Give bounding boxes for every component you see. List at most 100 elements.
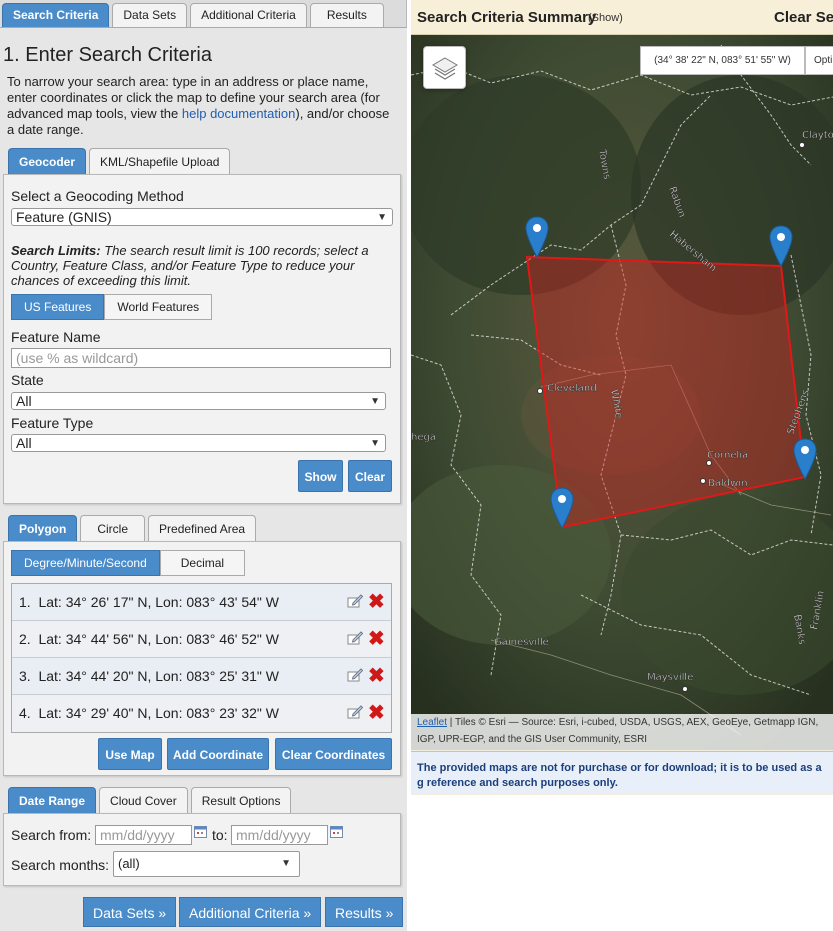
layers-icon: [432, 57, 458, 80]
date-tabs: Date Range Cloud Cover Result Options: [8, 787, 292, 813]
results-nav-button[interactable]: Results »: [325, 897, 404, 927]
tab-results[interactable]: Results: [309, 3, 384, 27]
geocoding-method-select[interactable]: Feature (GNIS) ▼: [11, 208, 393, 226]
tab-search-criteria[interactable]: Search Criteria: [2, 3, 110, 27]
decimal-format-option[interactable]: Decimal: [159, 550, 246, 576]
coordinate-value: Lat: 34° 29' 40" N, Lon: 083° 23' 32" W: [38, 705, 279, 721]
map-attribution: Leaflet | Tiles © Esri — Source: Esri, i…: [411, 714, 833, 750]
feature-name-input[interactable]: (use % as wildcard): [11, 348, 391, 368]
coordinate-value: Lat: 34° 44' 20" N, Lon: 083° 25' 31" W: [38, 668, 279, 684]
state-label: State: [11, 372, 44, 388]
world-features-option[interactable]: World Features: [104, 294, 213, 320]
coordinate-format-toggle: Degree/Minute/Second Decimal: [11, 550, 246, 576]
town-marker: [799, 142, 805, 148]
chevron-down-icon: ▼: [370, 396, 380, 407]
edit-icon[interactable]: [347, 594, 363, 608]
coordinate-number: 2.: [19, 631, 31, 647]
place-label: Cleveland: [547, 383, 597, 394]
geocoder-tabs: Geocoder KML/Shapefile Upload: [8, 148, 231, 174]
calendar-icon[interactable]: [194, 826, 207, 838]
town-marker: [706, 460, 712, 466]
attribution-text: | Tiles © Esri — Source: Esri, i-cubed, …: [417, 717, 819, 745]
add-coordinate-button[interactable]: Add Coordinate: [167, 738, 269, 770]
delete-icon[interactable]: ✖: [368, 584, 385, 620]
edit-icon[interactable]: [347, 705, 363, 719]
us-features-option[interactable]: US Features: [11, 294, 105, 320]
summary-title: Search Criteria Summary: [417, 9, 597, 26]
coordinate-value: Lat: 34° 44' 56" N, Lon: 083° 46' 52" W: [38, 631, 279, 647]
show-button[interactable]: Show: [298, 460, 343, 492]
clear-button[interactable]: Clear: [348, 460, 392, 492]
coordinate-list: 1. Lat: 34° 26' 17" N, Lon: 083° 43' 54"…: [11, 583, 392, 733]
town-marker: [700, 478, 706, 484]
coordinate-row: 4. Lat: 34° 29' 40" N, Lon: 083° 23' 32"…: [12, 695, 391, 732]
state-select[interactable]: All ▼: [11, 392, 386, 410]
place-label: Gainesville: [494, 637, 549, 648]
search-from-label: Search from:: [11, 827, 92, 843]
town-marker: [682, 686, 688, 692]
section-title: 1. Enter Search Criteria: [3, 44, 212, 66]
coordinate-number: 3.: [19, 668, 31, 684]
tab-geocoder[interactable]: Geocoder: [8, 148, 87, 174]
map-view[interactable]: Cleveland Cornelia Baldwin Gainesville M…: [411, 35, 833, 750]
coordinate-number: 4.: [19, 705, 31, 721]
chevron-down-icon: ▼: [281, 858, 291, 869]
delete-icon[interactable]: ✖: [368, 695, 385, 731]
search-months-value: (all): [118, 856, 140, 871]
delete-icon[interactable]: ✖: [368, 621, 385, 657]
place-label: Cornelia: [707, 450, 748, 461]
feature-type-label: Feature Type: [11, 415, 94, 431]
map-panel: Search Criteria Summary (Show) Clear Sea: [411, 0, 833, 795]
tab-additional-criteria[interactable]: Additional Criteria: [190, 3, 307, 27]
place-label: Clayto: [802, 130, 833, 141]
search-limits-text: Search Limits: The search result limit i…: [11, 243, 391, 288]
tab-date-range[interactable]: Date Range: [8, 787, 97, 813]
tab-cloud-cover[interactable]: Cloud Cover: [99, 787, 188, 813]
town-marker: [537, 388, 543, 394]
help-documentation-link[interactable]: help documentation: [182, 106, 295, 121]
use-map-button[interactable]: Use Map: [98, 738, 162, 770]
geocoding-method-value: Feature (GNIS): [16, 209, 112, 225]
feature-type-value: All: [16, 435, 32, 451]
tab-polygon[interactable]: Polygon: [8, 515, 78, 541]
geocoding-method-label: Select a Geocoding Method: [11, 188, 184, 204]
clear-coordinates-button[interactable]: Clear Coordinates: [275, 738, 392, 770]
tab-result-options[interactable]: Result Options: [190, 787, 292, 813]
tab-circle[interactable]: Circle: [80, 515, 146, 541]
search-limits-label: Search Limits:: [11, 243, 101, 258]
chevron-down-icon: ▼: [370, 438, 380, 449]
delete-icon[interactable]: ✖: [368, 658, 385, 694]
main-tabs: Search Criteria Data Sets Additional Cri…: [2, 3, 384, 27]
edit-icon[interactable]: [347, 668, 363, 682]
feature-type-select[interactable]: All ▼: [11, 434, 386, 452]
layers-control[interactable]: [423, 46, 466, 89]
map-options-button[interactable]: Opti: [805, 46, 833, 75]
summary-show-link[interactable]: (Show): [588, 12, 623, 24]
place-label: Baldwin: [708, 478, 747, 489]
coordinate-row: 2. Lat: 34° 44' 56" N, Lon: 083° 46' 52"…: [12, 621, 391, 658]
feature-name-label: Feature Name: [11, 329, 101, 345]
search-months-label: Search months:: [11, 857, 110, 873]
edit-icon[interactable]: [347, 631, 363, 645]
search-criteria-panel: Search Criteria Data Sets Additional Cri…: [0, 0, 407, 931]
satellite-map[interactable]: Cleveland Cornelia Baldwin Gainesville M…: [411, 35, 833, 750]
leaflet-link[interactable]: Leaflet: [417, 717, 447, 728]
tab-data-sets[interactable]: Data Sets: [112, 3, 188, 27]
clear-search-link[interactable]: Clear Sea: [774, 9, 833, 26]
intro-text: To narrow your search area: type in an a…: [7, 74, 397, 138]
search-to-input[interactable]: mm/dd/yyyy: [231, 825, 328, 845]
data-sets-nav-button[interactable]: Data Sets »: [83, 897, 177, 927]
area-tabs: Polygon Circle Predefined Area: [8, 515, 257, 541]
search-months-select[interactable]: (all) ▼: [113, 851, 300, 877]
coordinate-row: 1. Lat: 34° 26' 17" N, Lon: 083° 43' 54"…: [12, 584, 391, 621]
place-label: Maysville: [647, 672, 693, 683]
search-from-input[interactable]: mm/dd/yyyy: [95, 825, 192, 845]
dms-format-option[interactable]: Degree/Minute/Second: [11, 550, 160, 576]
state-value: All: [16, 393, 32, 409]
tab-predefined-area[interactable]: Predefined Area: [148, 515, 257, 541]
additional-criteria-nav-button[interactable]: Additional Criteria »: [179, 897, 322, 927]
chevron-down-icon: ▼: [377, 212, 387, 223]
calendar-icon[interactable]: [330, 826, 343, 838]
tab-kml-shapefile-upload[interactable]: KML/Shapefile Upload: [89, 148, 231, 174]
coordinate-number: 1.: [19, 594, 31, 610]
